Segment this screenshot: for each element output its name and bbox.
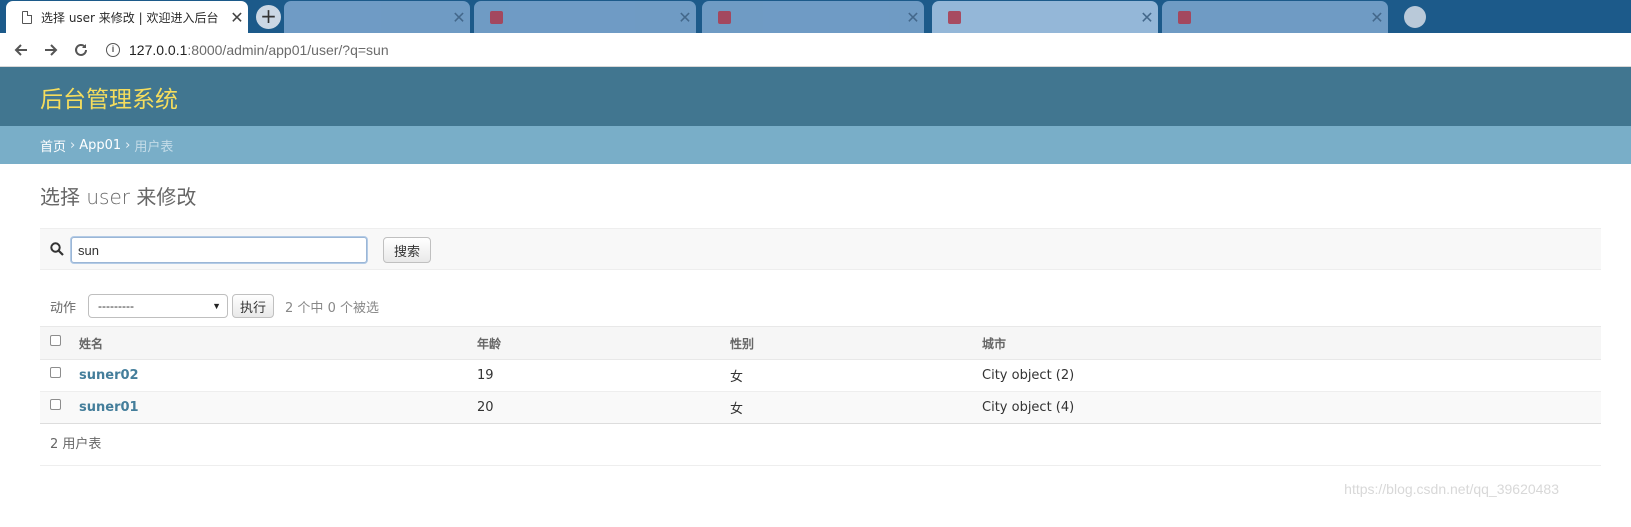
browser-tab-inactive[interactable]: ✕	[474, 1, 696, 33]
search-input[interactable]	[71, 237, 367, 263]
browser-toolbar: i 127.0.0.1:8000/admin/app01/user/?q=sun	[0, 33, 1631, 67]
city-cell: City object (2)	[982, 359, 1601, 392]
chevron-down-icon: ▼	[212, 301, 222, 311]
age-cell: 20	[477, 391, 730, 424]
gender-cell: 女	[730, 391, 982, 424]
column-header-city[interactable]: 城市	[982, 326, 1601, 360]
csdn-favicon-icon	[490, 10, 503, 24]
profile-avatar-icon[interactable]	[1404, 6, 1426, 28]
action-select[interactable]: --------- ▼	[88, 294, 229, 318]
age-cell: 19	[477, 359, 730, 392]
admin-header: 后台管理系统	[0, 67, 1631, 126]
browser-tab-inactive[interactable]: ✕	[284, 1, 470, 33]
table-row: suner02 19 女 City object (2)	[40, 359, 1601, 392]
watermark: https://blog.csdn.net/qq_39620483	[1344, 481, 1559, 497]
site-branding[interactable]: 后台管理系统	[40, 80, 178, 114]
close-tab-icon[interactable]: ✕	[674, 8, 696, 27]
gender-cell: 女	[730, 359, 982, 392]
name-cell: suner01	[79, 391, 477, 424]
city-cell: City object (4)	[982, 391, 1601, 424]
main-content: 选择 user 来修改 搜索 动作 --------- ▼ 执行 2 个中 0 …	[40, 164, 1601, 466]
close-tab-icon[interactable]: ✕	[1366, 8, 1388, 27]
site-info-icon[interactable]: i	[106, 42, 120, 57]
forward-arrow-icon[interactable]	[36, 35, 66, 65]
column-header-name[interactable]: 姓名	[79, 326, 477, 360]
close-tab-icon[interactable]: ✕	[448, 8, 470, 27]
row-checkbox[interactable]	[50, 367, 61, 378]
select-all-header	[40, 326, 79, 360]
browser-tab-inactive[interactable]: ✕	[932, 1, 1158, 33]
url-path: :8000/admin/app01/user/?q=sun	[187, 41, 389, 58]
user-link[interactable]: suner02	[79, 368, 139, 383]
close-tab-icon[interactable]: ✕	[902, 8, 924, 27]
tab-title: 选择 user 来修改 | 欢迎进入后台	[41, 10, 219, 25]
breadcrumb-separator: ›	[125, 137, 131, 153]
table-row: suner01 20 女 City object (4)	[40, 391, 1601, 424]
row-select-cell	[40, 359, 79, 392]
column-header-gender[interactable]: 性别	[730, 326, 982, 360]
breadcrumb: 首页 › App01 › 用户表	[0, 126, 1631, 164]
actions-bar: 动作 --------- ▼ 执行 2 个中 0 个被选	[40, 294, 1601, 318]
result-table: 姓名 年龄 性别 城市 suner02 19 女 City object (2)…	[40, 326, 1601, 424]
address-bar[interactable]: i 127.0.0.1:8000/admin/app01/user/?q=sun	[100, 36, 389, 64]
csdn-favicon-icon	[718, 10, 731, 24]
close-tab-icon[interactable]: ✕	[1136, 8, 1158, 27]
table-header-row: 姓名 年龄 性别 城市	[40, 326, 1601, 360]
selection-counter: 2 个中 0 个被选	[285, 300, 379, 316]
actions-label: 动作	[50, 300, 77, 316]
search-icon	[50, 242, 64, 256]
column-header-age[interactable]: 年龄	[477, 326, 730, 360]
name-cell: suner02	[79, 359, 477, 392]
page-favicon-icon	[22, 10, 32, 24]
reload-icon[interactable]	[66, 35, 96, 65]
new-tab-button[interactable]: +	[256, 5, 281, 29]
row-select-cell	[40, 391, 79, 424]
back-arrow-icon[interactable]	[6, 35, 36, 65]
csdn-favicon-icon	[948, 10, 961, 24]
browser-tab-inactive[interactable]: ✕	[1162, 1, 1388, 33]
browser-tab-strip: 选择 user 来修改 | 欢迎进入后台 ✕ + ✕ ✕ ✕ ✕ ✕	[0, 0, 1631, 33]
browser-tab-active[interactable]: 选择 user 来修改 | 欢迎进入后台 ✕	[6, 1, 248, 33]
close-tab-icon[interactable]: ✕	[226, 8, 248, 27]
url-host: 127.0.0.1	[129, 41, 188, 58]
search-toolbar: 搜索	[40, 228, 1601, 270]
search-button[interactable]: 搜索	[383, 237, 432, 263]
breadcrumb-app-link[interactable]: App01	[79, 138, 121, 153]
breadcrumb-separator: ›	[70, 137, 76, 153]
breadcrumb-current: 用户表	[134, 139, 174, 155]
select-all-checkbox[interactable]	[50, 335, 61, 346]
row-checkbox[interactable]	[50, 399, 61, 410]
user-link[interactable]: suner01	[79, 400, 139, 415]
run-action-button[interactable]: 执行	[232, 294, 275, 318]
csdn-favicon-icon	[1178, 10, 1191, 24]
page-title: 选择 user 来修改	[40, 185, 197, 209]
browser-tab-inactive[interactable]: ✕	[702, 1, 924, 33]
action-select-value: ---------	[98, 299, 134, 313]
breadcrumb-home-link[interactable]: 首页	[40, 136, 66, 155]
paginator: 2 用户表	[40, 424, 1601, 466]
